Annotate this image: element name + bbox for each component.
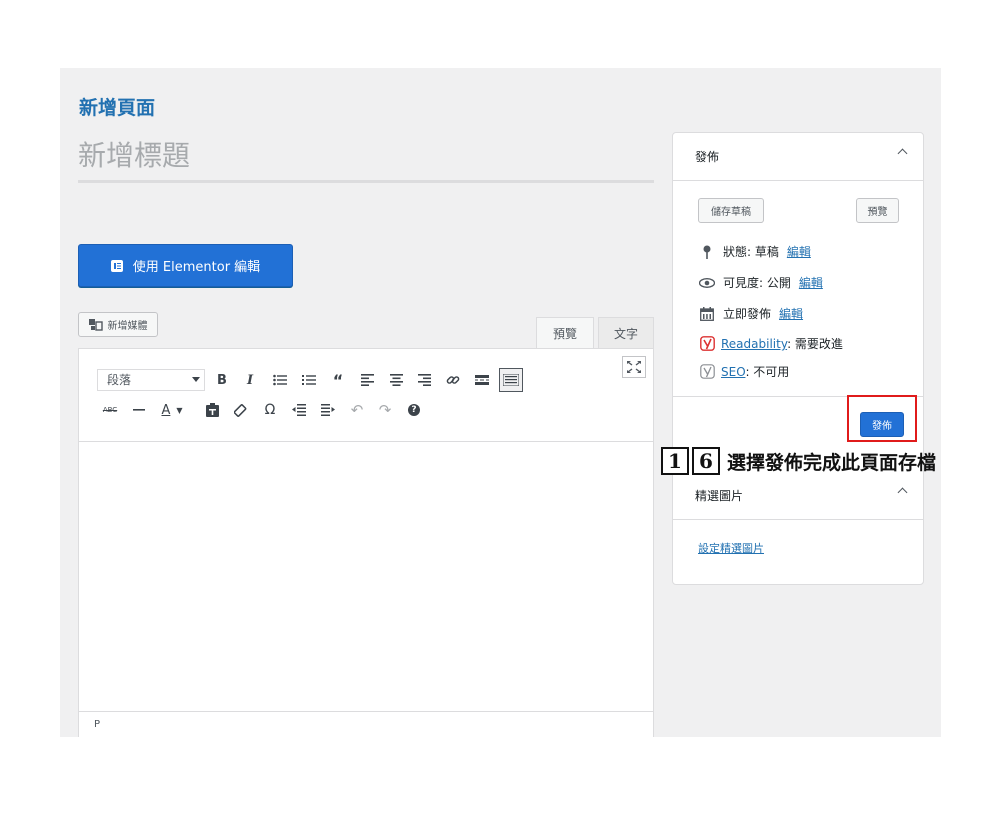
post-status-row: 狀態: 草稿 編輯 (699, 243, 811, 260)
schedule-label: 立即發佈 (723, 307, 772, 321)
chevron-up-icon[interactable] (897, 148, 908, 159)
step-number-1: 1 (661, 447, 689, 475)
redo-icon[interactable]: ↷ (374, 399, 396, 421)
readability-row: Readability: 需要改進 (699, 335, 843, 352)
chevron-down-icon (192, 377, 200, 382)
align-center-icon[interactable] (385, 369, 407, 391)
editor-content-area[interactable] (79, 441, 653, 711)
strikethrough-icon[interactable]: ABC (99, 399, 121, 421)
text-color-icon[interactable]: A ▼ (157, 399, 187, 421)
format-select[interactable]: 段落 (97, 369, 205, 391)
classic-editor: 段落 B I “ ABC A ▼ Ω ↶ ↷ ? P (78, 348, 654, 737)
readability-value: : 需要改進 (787, 337, 843, 351)
paste-text-icon[interactable] (201, 399, 223, 421)
blockquote-icon[interactable]: “ (327, 369, 349, 391)
edit-visibility-link[interactable]: 編輯 (799, 274, 823, 291)
help-icon[interactable]: ? (403, 399, 425, 421)
schedule-row: 立即發佈 編輯 (699, 305, 803, 322)
readability-link[interactable]: Readability (721, 337, 787, 351)
pin-icon (699, 245, 715, 259)
toolbar-toggle-icon[interactable] (499, 368, 523, 392)
preview-button[interactable]: 預覽 (856, 198, 899, 223)
step-annotation: 1 6 選擇發佈完成此頁面存檔 (661, 446, 936, 476)
seo-link[interactable]: SEO (721, 365, 745, 379)
add-media-button[interactable]: 新增媒體 (78, 312, 158, 337)
featured-image-title: 精選圖片 (695, 489, 744, 503)
elementor-icon (110, 259, 123, 272)
seo-row: SEO: 不可用 (699, 363, 789, 380)
bold-icon[interactable]: B (211, 369, 233, 391)
edit-with-elementor-button[interactable]: 使用 Elementor 編輯 (78, 244, 293, 287)
publish-highlight-box (847, 395, 917, 442)
elementor-button-label: 使用 Elementor 編輯 (132, 260, 261, 275)
tab-visual[interactable]: 預覽 (536, 317, 594, 349)
read-more-icon[interactable] (471, 369, 493, 391)
chevron-up-icon[interactable] (897, 487, 908, 498)
special-character-icon[interactable]: Ω (259, 399, 281, 421)
step-instruction: 選擇發佈完成此頁面存檔 (727, 451, 937, 474)
link-icon[interactable] (442, 369, 464, 391)
horizontal-line-icon[interactable] (128, 399, 150, 421)
editor-toolbar: 段落 B I “ ABC A ▼ Ω ↶ ↷ ? (79, 349, 653, 442)
visibility-label: 可見度: 公開 (723, 276, 791, 290)
set-featured-image-link[interactable]: 設定精選圖片 (698, 540, 764, 556)
eye-icon (699, 277, 715, 288)
edit-status-link[interactable]: 編輯 (787, 243, 811, 260)
undo-icon[interactable]: ↶ (346, 399, 368, 421)
format-select-value: 段落 (107, 373, 132, 387)
numbered-list-icon[interactable] (298, 369, 320, 391)
bullet-list-icon[interactable] (269, 369, 291, 391)
element-path[interactable]: P (94, 719, 100, 730)
publish-panel-title: 發佈 (695, 150, 720, 164)
indent-icon[interactable] (317, 399, 339, 421)
visibility-row: 可見度: 公開 編輯 (699, 274, 823, 291)
outdent-icon[interactable] (288, 399, 310, 421)
align-left-icon[interactable] (356, 369, 378, 391)
step-number-2: 6 (692, 447, 720, 475)
page-title: 新增頁面 (79, 97, 156, 119)
calendar-icon (699, 306, 715, 321)
italic-icon[interactable]: I (239, 369, 261, 391)
sidebar-panel: 發佈 儲存草稿 預覽 狀態: 草稿 編輯 可見度: 公開 編輯 立即發佈 編輯 … (672, 132, 924, 585)
publish-panel-header[interactable]: 發佈 (673, 133, 923, 181)
yoast-red-icon (699, 336, 715, 351)
add-media-icon (88, 318, 103, 331)
clear-formatting-icon[interactable] (230, 399, 252, 421)
post-status-label: 狀態: 草稿 (723, 245, 779, 259)
featured-image-panel-header[interactable]: 精選圖片 (673, 472, 923, 520)
seo-value: : 不可用 (745, 365, 790, 379)
tab-text[interactable]: 文字 (598, 317, 654, 349)
edit-schedule-link[interactable]: 編輯 (779, 305, 803, 322)
post-title-input[interactable] (78, 130, 654, 183)
yoast-grey-icon (699, 364, 715, 379)
save-draft-button[interactable]: 儲存草稿 (698, 198, 764, 223)
align-right-icon[interactable] (413, 369, 435, 391)
editor-status-bar: P (79, 711, 653, 737)
fullscreen-icon[interactable] (622, 356, 646, 378)
add-media-label: 新增媒體 (107, 321, 148, 332)
